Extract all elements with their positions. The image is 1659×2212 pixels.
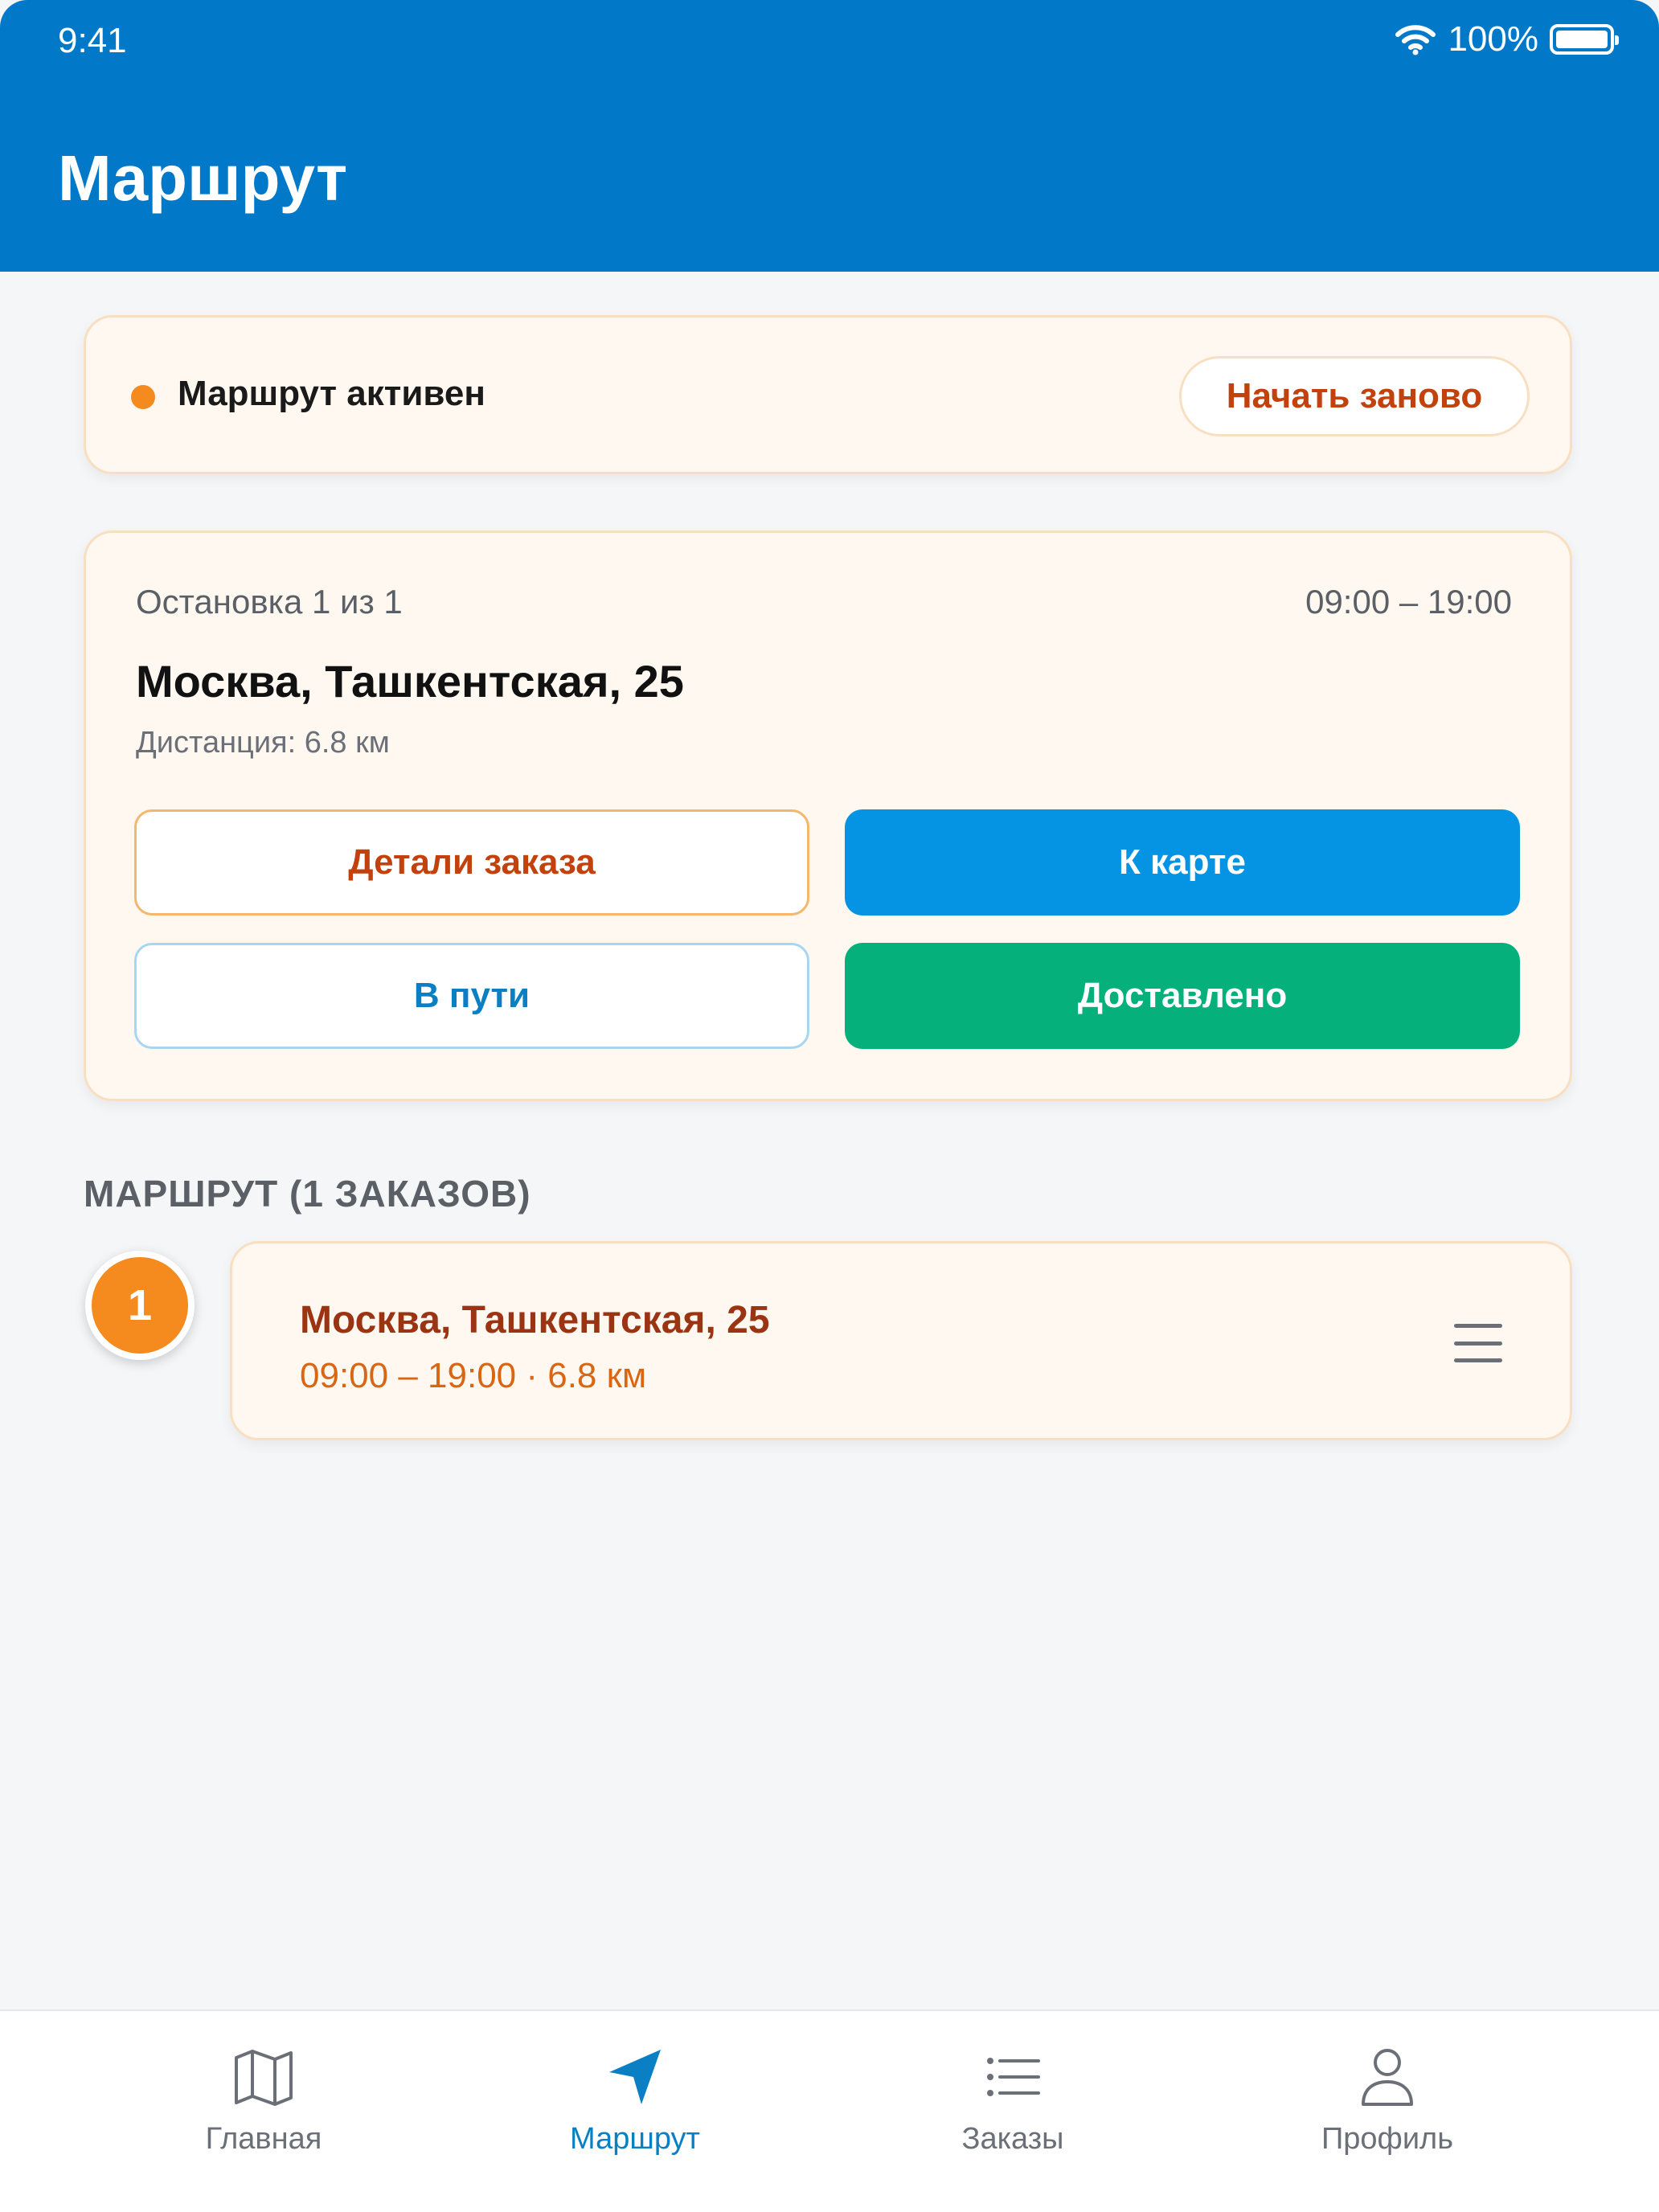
route-list-item[interactable]: Москва, Ташкентская, 25 09:00 – 19:00 · … bbox=[230, 1241, 1572, 1440]
navigation-arrow-icon bbox=[609, 2050, 661, 2104]
stop-address: Москва, Ташкентская, 25 bbox=[136, 656, 684, 707]
tab-orders[interactable]: Заказы bbox=[892, 2043, 1133, 2157]
drag-handle-icon[interactable] bbox=[1454, 1324, 1502, 1362]
stop-progress: Остановка 1 из 1 bbox=[136, 583, 403, 621]
status-indicators: 100% bbox=[1395, 19, 1619, 59]
tab-profile[interactable]: Профиль bbox=[1267, 2043, 1508, 2157]
page-title: Маршрут bbox=[58, 142, 348, 214]
status-dot bbox=[131, 385, 155, 409]
route-list-title: МАРШРУТ (1 ЗАКАЗОВ) bbox=[84, 1173, 531, 1215]
to-map-button[interactable]: К карте bbox=[845, 809, 1520, 916]
tab-route-label: Маршрут bbox=[570, 2122, 700, 2156]
list-icon bbox=[987, 2058, 1040, 2096]
status-time: 9:41 bbox=[58, 21, 127, 60]
map-icon bbox=[235, 2050, 293, 2106]
tab-home[interactable]: Главная bbox=[143, 2043, 384, 2157]
battery-percent: 100% bbox=[1448, 19, 1538, 59]
restart-route-button[interactable]: Начать заново bbox=[1179, 356, 1530, 436]
stop-distance: Дистанция: 6.8 км bbox=[136, 726, 390, 760]
order-details-button[interactable]: Детали заказа bbox=[134, 809, 809, 916]
tab-profile-label: Профиль bbox=[1321, 2122, 1454, 2156]
route-item-details: 09:00 – 19:00 · 6.8 км bbox=[300, 1356, 647, 1395]
tab-route[interactable]: Маршрут bbox=[514, 2043, 756, 2157]
in-transit-button[interactable]: В пути bbox=[134, 943, 809, 1049]
stop-number-badge: 1 bbox=[85, 1251, 195, 1360]
route-item-address: Москва, Ташкентская, 25 bbox=[300, 1299, 770, 1342]
tab-home-label: Главная bbox=[205, 2122, 322, 2156]
delivered-button[interactable]: Доставлено bbox=[845, 943, 1520, 1049]
stop-time-window: 09:00 – 19:00 bbox=[1305, 583, 1512, 621]
route-status-card: Маршрут активен Начать заново bbox=[84, 315, 1572, 474]
battery-icon bbox=[1550, 24, 1619, 55]
user-icon bbox=[1362, 2049, 1413, 2106]
current-stop-card: Остановка 1 из 1 09:00 – 19:00 Москва, Т… bbox=[84, 530, 1572, 1101]
app-header: 9:41 100% Маршрут bbox=[0, 0, 1659, 272]
wifi-icon bbox=[1395, 25, 1436, 55]
bottom-tab-bar: Главная Маршрут Заказы Профиль bbox=[0, 2009, 1659, 2212]
tab-orders-label: Заказы bbox=[961, 2122, 1064, 2156]
route-status-text: Маршрут активен bbox=[178, 374, 485, 413]
